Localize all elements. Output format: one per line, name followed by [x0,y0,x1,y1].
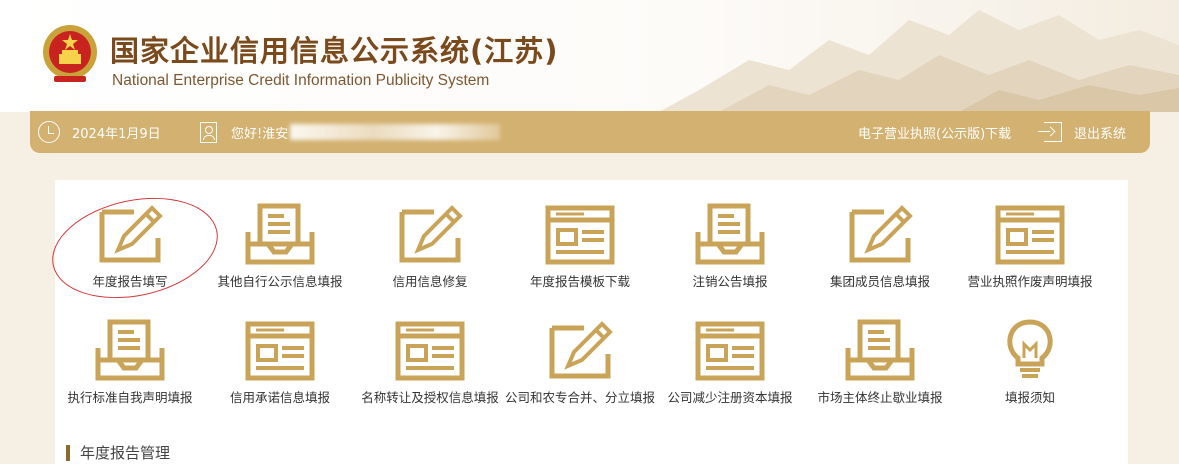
logout-label: 退出系统 [1074,126,1127,142]
function-tile[interactable]: 填报须知 [955,318,1105,406]
mountain-background [659,10,1179,112]
function-tile-label: 年度报告模板下载 [529,274,630,289]
license-download-label: 电子营业执照(公示版)下载 [858,126,1012,142]
clock-icon [38,121,60,143]
function-tile[interactable]: 信用承诺信息填报 [205,318,355,406]
function-tile-label: 年度报告填写 [92,274,168,289]
function-tile-label: 集团成员信息填报 [829,274,930,289]
bulb-icon [955,318,1105,384]
function-tile[interactable]: 年度报告填写 [55,202,205,290]
user-icon [200,121,217,143]
function-tile[interactable]: 年度报告模板下载 [505,202,655,290]
date-display: 2024年1月9日 [38,111,161,153]
function-tile-label: 市场主体终止歇业填报 [817,390,943,405]
pencil-icon [805,202,955,268]
tray-icon [205,202,355,268]
function-tile[interactable]: 注销公告填报 [655,202,805,290]
date-text: 2024年1月9日 [72,126,161,142]
national-emblem-icon [43,25,97,82]
logout-icon [1038,122,1062,142]
form-icon [205,318,355,384]
function-tile-label: 其他自行公示信息填报 [217,274,343,289]
function-tile-label: 公司减少注册资本填报 [667,390,793,405]
pencil-icon [505,318,655,384]
function-tile[interactable]: 营业执照作废声明填报 [955,202,1105,290]
site-title: 国家企业信用信息公示系统(江苏) [110,34,559,68]
function-tile-label: 填报须知 [1004,390,1055,405]
license-download-link[interactable]: 电子营业执照(公示版)下载 [858,111,1011,153]
function-tile[interactable]: 公司和农专合并、分立填报 [505,318,655,406]
function-tile-label: 营业执照作废声明填报 [967,274,1093,289]
pencil-icon [55,202,205,268]
function-tile[interactable]: 市场主体终止歇业填报 [805,318,955,406]
form-icon [955,202,1105,268]
section-marker [66,444,70,461]
section-heading: 年度报告管理 [66,442,170,463]
tray-icon [805,318,955,384]
function-tile[interactable]: 公司减少注册资本填报 [655,318,805,406]
user-greeting: 您好!淮安 [200,111,501,153]
function-tile-label: 公司和农专合并、分立填报 [505,390,656,405]
form-icon [655,318,805,384]
user-bar: 2024年1月9日 您好!淮安 电子营业执照(公示版)下载 退出系统 [30,111,1150,153]
site-header: 国家企业信用信息公示系统(江苏) National Enterprise Cre… [0,0,1179,112]
function-tile[interactable]: 执行标准自我声明填报 [55,318,205,406]
function-tile-label: 信用信息修复 [392,274,468,289]
redacted-name [290,124,501,140]
function-tile-label: 名称转让及授权信息填报 [361,390,499,405]
section-title-text: 年度报告管理 [80,444,171,462]
tray-icon [55,318,205,384]
site-subtitle: National Enterprise Credit Information P… [112,72,490,89]
form-icon [505,202,655,268]
function-tile[interactable]: 集团成员信息填报 [805,202,955,290]
logout-button[interactable]: 退出系统 [1038,111,1127,153]
function-tile[interactable]: 信用信息修复 [355,202,505,290]
function-tile-label: 信用承诺信息填报 [229,390,330,405]
tray-icon [655,202,805,268]
form-icon [355,318,505,384]
function-tile-label: 执行标准自我声明填报 [67,390,193,405]
function-tile[interactable]: 名称转让及授权信息填报 [355,318,505,406]
greeting-text: 您好!淮安 [231,126,289,142]
function-tile-label: 注销公告填报 [692,274,768,289]
function-tile[interactable]: 其他自行公示信息填报 [205,202,355,290]
pencil-icon [355,202,505,268]
